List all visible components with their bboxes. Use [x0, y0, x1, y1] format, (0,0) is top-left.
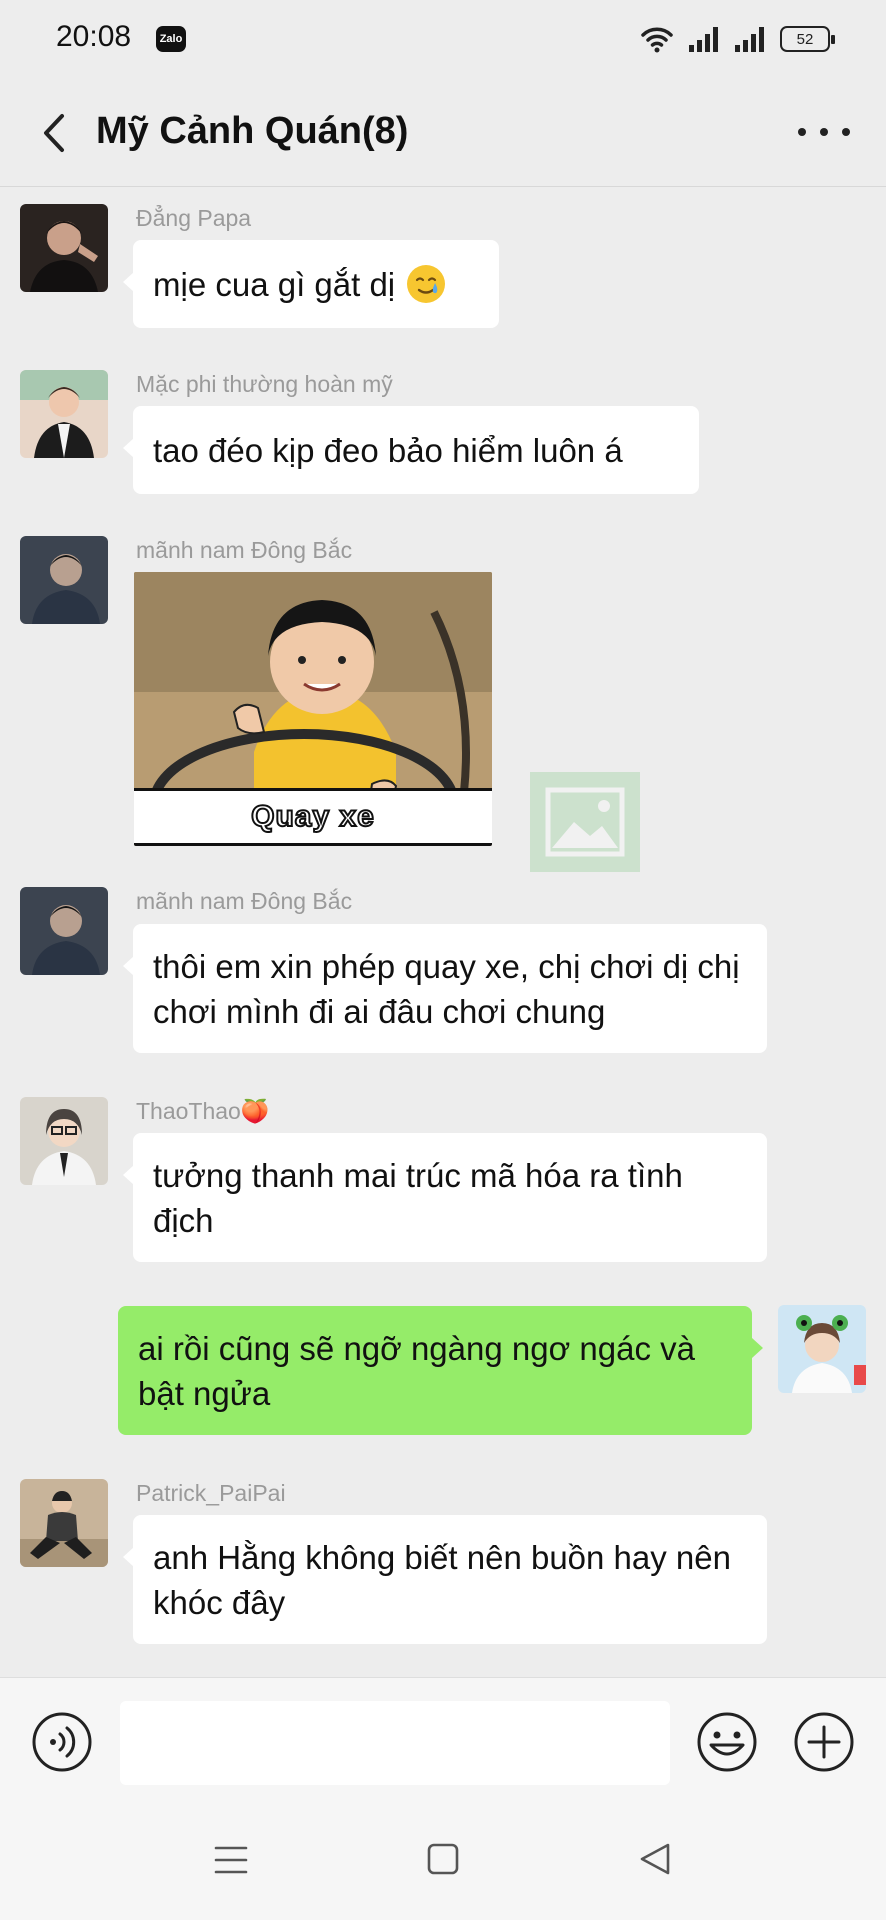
sender-name: ThaoThao🍑 — [136, 1098, 270, 1124]
message-bubble[interactable]: tưởng thanh mai trúc mã hóa ra tình địch — [123, 1133, 767, 1262]
status-bar: 20:08 Zalo 52 — [0, 0, 886, 80]
message-list[interactable]: Đẳng Papa mịe cua gì gắt dị Mặc phi thườ… — [0, 187, 886, 1677]
message-bubble[interactable]: tao đéo kịp đeo bảo hiểm luôn á — [123, 406, 699, 494]
sender-name: mãnh nam Đông Bắc — [136, 888, 353, 914]
voice-input-icon[interactable] — [31, 1711, 93, 1773]
avatar[interactable] — [20, 204, 108, 292]
watermark-image-icon — [530, 772, 640, 872]
message-text: ai rồi cũng sẽ ngỡ ngàng ngơ ngác và bật… — [138, 1329, 695, 1412]
signal-icon-sim1 — [689, 27, 718, 52]
zalo-notification-icon: Zalo — [156, 26, 186, 52]
avatar[interactable] — [20, 536, 108, 624]
smiling-face-with-tear-emoji-icon — [407, 265, 446, 303]
message-text: tao đéo kịp đeo bảo hiểm luôn á — [153, 431, 623, 469]
sender-name: Đẳng Papa — [136, 205, 252, 231]
avatar[interactable] — [20, 370, 108, 458]
more-options-icon[interactable] — [798, 120, 850, 144]
avatar[interactable] — [20, 887, 108, 975]
back-arrow-icon[interactable] — [36, 110, 76, 156]
status-time: 20:08 — [56, 20, 132, 53]
chat-header: Mỹ Cảnh Quán(8) — [0, 80, 886, 187]
nav-back-icon[interactable] — [638, 1841, 672, 1877]
status-icons: 52 — [640, 22, 835, 56]
my-avatar[interactable] — [778, 1305, 866, 1393]
message-text: mịe cua gì gắt dị — [153, 265, 396, 303]
system-navigation-bar — [0, 1804, 886, 1920]
emoji-icon[interactable] — [696, 1711, 758, 1773]
home-icon[interactable] — [426, 1842, 460, 1876]
signal-icon-sim2 — [735, 27, 764, 52]
chat-title[interactable]: Mỹ Cảnh Quán(8) — [96, 110, 408, 153]
sender-name: mãnh nam Đông Bắc — [136, 537, 353, 563]
message-text: anh Hằng không biết nên buồn hay nên khó… — [153, 1538, 731, 1621]
avatar[interactable] — [20, 1097, 108, 1185]
outgoing-message-bubble[interactable]: ai rồi cũng sẽ ngỡ ngàng ngơ ngác và bật… — [118, 1306, 763, 1435]
battery-icon: 52 — [780, 26, 835, 52]
sender-name: Mặc phi thường hoàn mỹ — [136, 371, 393, 397]
wifi-icon — [641, 27, 673, 53]
message-text: tưởng thanh mai trúc mã hóa ra tình địch — [153, 1156, 683, 1239]
plus-icon[interactable] — [793, 1711, 855, 1773]
message-text: thôi em xin phép quay xe, chị chơi dị ch… — [153, 947, 740, 1030]
message-bubble[interactable]: mịe cua gì gắt dị — [123, 240, 499, 328]
avatar[interactable] — [20, 1479, 108, 1567]
sender-name: Patrick_PaiPai — [136, 1480, 286, 1506]
message-bubble[interactable]: anh Hằng không biết nên buồn hay nên khó… — [123, 1515, 767, 1644]
message-bubble[interactable]: thôi em xin phép quay xe, chị chơi dị ch… — [123, 924, 767, 1053]
message-input[interactable] — [120, 1701, 670, 1785]
recent-apps-icon[interactable] — [214, 1844, 248, 1876]
input-bar — [0, 1677, 886, 1804]
